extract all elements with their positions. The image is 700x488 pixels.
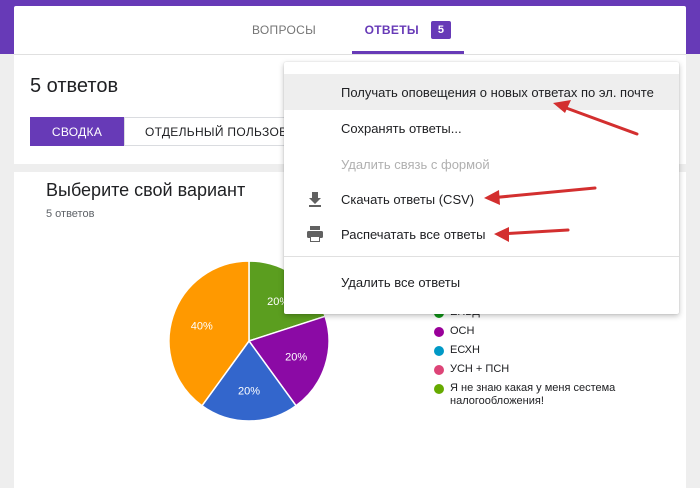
menu-item-label: Сохранять ответы... (341, 120, 462, 136)
menu-item-label: Удалить все ответы (341, 274, 461, 290)
legend-label: ЕСХН (450, 344, 480, 356)
tabs-bar: ВОПРОСЫ ОТВЕТЫ 5 (14, 6, 686, 54)
menu-item-label: Скачать ответы (CSV) (341, 191, 475, 207)
tab-questions[interactable]: ВОПРОСЫ (236, 6, 332, 54)
menu-item-download-csv[interactable]: Скачать ответы (CSV) (284, 181, 679, 217)
download-icon (306, 190, 324, 208)
menu-item-label: Распечатать все ответы (341, 226, 486, 242)
pie-slice-label: 20% (285, 351, 307, 363)
summary-toggle-button[interactable]: СВОДКА (30, 117, 124, 146)
legend-item: ЕСХН (434, 344, 624, 357)
menu-item-unlink-form: Удалить связь с формой (284, 146, 679, 182)
menu-item-print-all[interactable]: Распечатать все ответы (284, 216, 679, 252)
pie-slice-label: 40% (191, 321, 213, 333)
responses-title: 5 ответов (30, 75, 119, 97)
question-response-count: 5 ответов (46, 208, 95, 220)
tab-answers[interactable]: ОТВЕТЫ 5 (352, 6, 464, 54)
pie-slice-label: 20% (238, 386, 260, 398)
menu-divider (284, 256, 679, 257)
legend-item: Я не знаю какая у меня сестема налогообл… (434, 382, 624, 408)
tab-answers-label: ОТВЕТЫ (364, 23, 419, 37)
legend-label: Я не знаю какая у меня сестема налогообл… (450, 382, 616, 407)
legend-swatch (434, 327, 444, 337)
legend-swatch (434, 365, 444, 375)
legend-item: УСН + ПСН (434, 363, 624, 376)
menu-item-label: Удалить связь с формой (341, 156, 490, 172)
responses-more-menu: Получать оповещения о новых ответах по э… (284, 62, 679, 314)
answers-count-badge: 5 (430, 21, 452, 39)
legend-swatch (434, 384, 444, 394)
tab-questions-label: ВОПРОСЫ (251, 23, 317, 37)
chart-legend: ЕНВДОСНЕСХНУСН + ПСНЯ не знаю какая у ме… (434, 306, 624, 414)
menu-item-save-responses[interactable]: Сохранять ответы... (284, 110, 679, 146)
legend-swatch (434, 346, 444, 356)
menu-item-label: Получать оповещения о новых ответах по э… (341, 84, 654, 100)
legend-item: ОСН (434, 325, 624, 338)
legend-label: ОСН (450, 325, 475, 337)
print-icon (306, 225, 324, 243)
menu-item-delete-all[interactable]: Удалить все ответы (284, 264, 679, 300)
menu-item-email-notifications[interactable]: Получать оповещения о новых ответах по э… (284, 74, 679, 110)
legend-label: УСН + ПСН (450, 363, 510, 375)
question-title: Выберите свой вариант (46, 180, 246, 200)
